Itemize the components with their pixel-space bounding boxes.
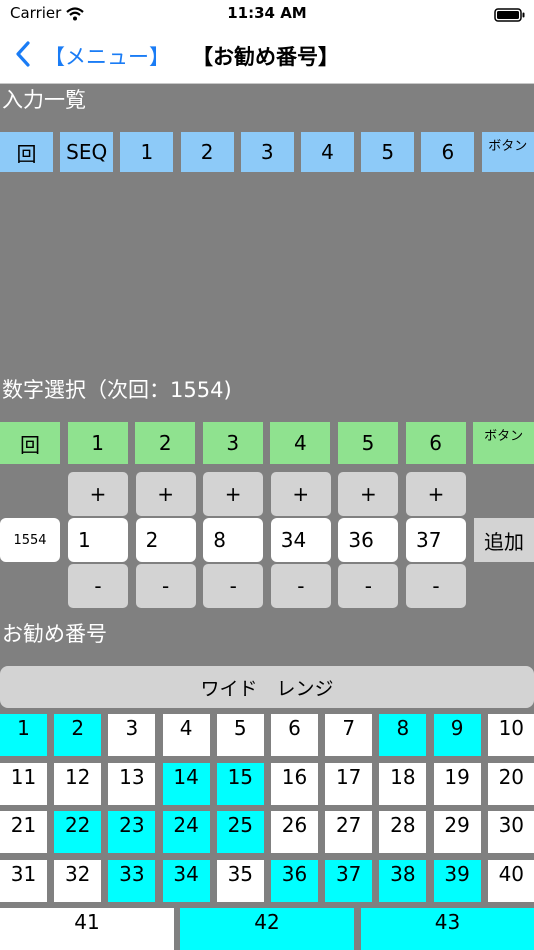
input-header-cell: 6 <box>421 132 475 172</box>
number-cell[interactable]: 39 <box>433 859 481 902</box>
number-field[interactable]: 8 <box>203 518 264 562</box>
number-cell[interactable]: 43 <box>361 908 534 950</box>
number-cell[interactable]: 29 <box>433 811 481 853</box>
number-cell[interactable]: 33 <box>108 859 156 902</box>
number-cell[interactable]: 20 <box>487 762 534 805</box>
selection-header-cell: 3 <box>202 422 263 464</box>
number-cell[interactable]: 42 <box>180 908 354 950</box>
number-cell[interactable]: 15 <box>216 762 264 805</box>
number-cell[interactable]: 17 <box>325 762 373 805</box>
number-cell[interactable]: 36 <box>271 859 318 902</box>
number-cell[interactable]: 41 <box>0 908 174 950</box>
number-cell[interactable]: 4 <box>162 714 210 756</box>
number-cell[interactable]: 30 <box>487 811 534 853</box>
selection-header-cell: ボタン <box>473 422 534 464</box>
number-cell[interactable]: 38 <box>379 859 427 902</box>
input-header-cell: 1 <box>120 132 174 172</box>
decrement-button[interactable]: - <box>338 564 399 608</box>
number-cell[interactable]: 16 <box>271 762 318 805</box>
status-time: 11:34 AM <box>227 4 307 22</box>
number-cell[interactable]: 3 <box>108 714 156 756</box>
decrement-button[interactable]: - <box>68 564 128 608</box>
number-cell[interactable]: 1 <box>0 714 47 756</box>
input-header-cell: 4 <box>301 132 354 172</box>
number-cell[interactable]: 24 <box>162 811 210 853</box>
number-cell[interactable]: 32 <box>54 859 102 902</box>
input-header-cell: 回 <box>0 132 53 172</box>
input-header-cell: 3 <box>240 132 294 172</box>
decrement-button[interactable]: - <box>135 564 196 608</box>
number-field[interactable]: 2 <box>135 518 196 562</box>
number-cell[interactable]: 37 <box>325 859 373 902</box>
selection-header-cell: 6 <box>405 422 466 464</box>
number-cell[interactable]: 13 <box>108 762 156 805</box>
number-cell[interactable]: 9 <box>433 714 481 756</box>
decrement-button[interactable]: - <box>203 564 264 608</box>
battery-icon <box>494 7 526 26</box>
input-header-cell: 2 <box>180 132 234 172</box>
selection-header-cell: 回 <box>0 422 60 464</box>
increment-button[interactable]: + <box>135 472 196 516</box>
navigation-bar: 【メニュー】 【お勧め番号】 <box>0 28 534 84</box>
number-cell[interactable]: 22 <box>54 811 102 853</box>
back-button[interactable]: 【メニュー】 <box>44 41 170 71</box>
number-cell[interactable]: 6 <box>271 714 318 756</box>
number-cell[interactable]: 27 <box>325 811 373 853</box>
selection-label: 数字選択（次回：1554) <box>2 378 232 402</box>
number-field[interactable]: 36 <box>338 518 399 562</box>
increment-button[interactable]: + <box>406 472 466 516</box>
back-chevron-icon[interactable] <box>14 40 32 72</box>
number-cell[interactable]: 14 <box>162 762 210 805</box>
number-cell[interactable]: 35 <box>216 859 264 902</box>
selection-header-cell: 5 <box>338 422 398 464</box>
number-cell[interactable]: 12 <box>54 762 102 805</box>
number-cell[interactable]: 25 <box>216 811 264 853</box>
number-cell[interactable]: 5 <box>216 714 264 756</box>
input-header-cell: ボタン <box>481 132 534 172</box>
decrement-button[interactable]: - <box>406 564 466 608</box>
add-button[interactable]: 追加 <box>474 518 534 562</box>
number-cell[interactable]: 23 <box>108 811 156 853</box>
wide-range-button[interactable]: ワイド レンジ <box>0 666 534 708</box>
input-header-cell: 5 <box>361 132 415 172</box>
selection-header-cell: 4 <box>270 422 331 464</box>
number-cell[interactable]: 8 <box>379 714 427 756</box>
number-cell[interactable]: 28 <box>379 811 427 853</box>
number-cell[interactable]: 18 <box>379 762 427 805</box>
increment-button[interactable]: + <box>338 472 399 516</box>
number-cell[interactable]: 10 <box>487 714 534 756</box>
recommend-label: お勧め番号 <box>2 622 107 646</box>
number-cell[interactable]: 26 <box>271 811 318 853</box>
number-cell[interactable]: 31 <box>0 859 47 902</box>
number-cell[interactable]: 11 <box>0 762 47 805</box>
number-field[interactable]: 1 <box>68 518 128 562</box>
number-field[interactable]: 34 <box>270 518 331 562</box>
number-field[interactable]: 37 <box>406 518 466 562</box>
number-cell[interactable]: 40 <box>487 859 534 902</box>
increment-button[interactable]: + <box>203 472 264 516</box>
draw-number-field[interactable]: 1554 <box>0 518 60 562</box>
number-cell[interactable]: 7 <box>325 714 373 756</box>
decrement-button[interactable]: - <box>270 564 331 608</box>
input-list-label: 入力一覧 <box>2 88 86 112</box>
selection-header-cell: 1 <box>67 422 128 464</box>
number-cell[interactable]: 2 <box>54 714 102 756</box>
selection-header-cell: 2 <box>135 422 196 464</box>
number-cell[interactable]: 21 <box>0 811 47 853</box>
number-cell[interactable]: 19 <box>433 762 481 805</box>
input-header-cell: SEQ <box>60 132 114 172</box>
increment-button[interactable]: + <box>270 472 331 516</box>
number-cell[interactable]: 34 <box>162 859 210 902</box>
increment-button[interactable]: + <box>68 472 128 516</box>
page-title: 【お勧め番号】 <box>192 45 339 69</box>
status-bar: Carrier 11:34 AM <box>0 0 534 28</box>
